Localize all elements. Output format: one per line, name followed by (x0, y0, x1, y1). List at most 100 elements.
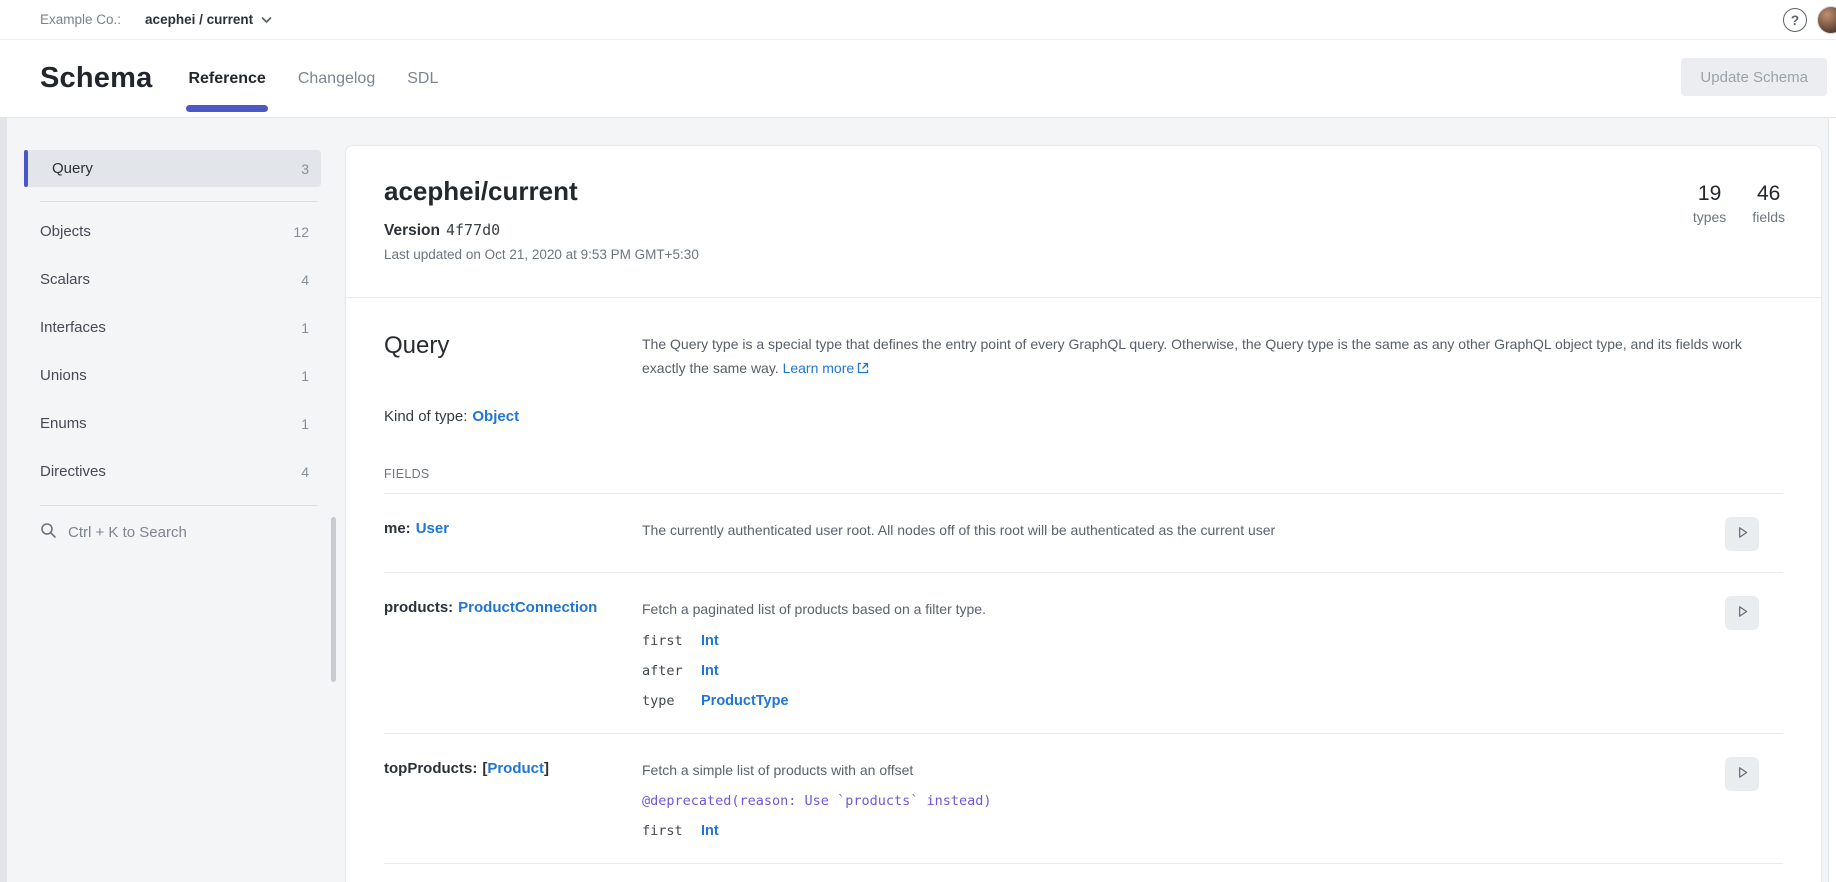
graph-selector[interactable]: acephei / current (145, 11, 272, 29)
search-icon (40, 522, 57, 543)
field-description: Fetch a simple list of products with an … (642, 760, 1682, 780)
type-title: Query (384, 332, 642, 360)
tab-reference[interactable]: Reference (186, 40, 267, 117)
app-window: Example Co.: acephei / current ? Schema … (0, 0, 1836, 882)
play-icon (1735, 765, 1750, 783)
stat-label: fields (1752, 209, 1785, 225)
arg-type-link[interactable]: Int (701, 823, 719, 839)
schema-search[interactable]: Ctrl + K to Search (40, 522, 321, 543)
sidebar-divider (40, 505, 318, 506)
org-label: Example Co.: (40, 12, 121, 27)
kind-value-link[interactable]: Object (472, 408, 519, 425)
field-body: Fetch a paginated list of products based… (642, 599, 1682, 709)
sidebar-item-count: 1 (301, 368, 309, 384)
sidebar-item-interfaces[interactable]: Interfaces 1 (24, 309, 321, 346)
external-link-icon (857, 357, 869, 381)
arg-type-link[interactable]: Int (701, 633, 719, 649)
avatar[interactable] (1817, 6, 1836, 34)
sidebar-item-label: Scalars (40, 271, 90, 288)
sidebar-item-label: Enums (40, 415, 87, 432)
kind-row: Kind of type: Object (384, 408, 1783, 425)
sidebar-item-objects[interactable]: Objects 12 (24, 213, 321, 250)
sidebar-item-label: Objects (40, 223, 91, 240)
schema-sidebar: Query 3 Objects 12 Scalars 4 Interfaces … (24, 150, 321, 543)
field-row-topProducts: topProducts:[Product] Fetch a simple lis… (384, 734, 1783, 864)
stat-label: types (1693, 209, 1726, 225)
stat-value: 19 (1693, 182, 1726, 206)
schema-card: acephei/current Version4f77d0 Last updat… (345, 145, 1822, 882)
field-name: me:User (384, 520, 642, 548)
sidebar-item-label: Directives (40, 463, 106, 480)
sidebar-item-label: Interfaces (40, 319, 106, 336)
sidebar-item-count: 4 (301, 464, 309, 480)
sidebar-item-unions[interactable]: Unions 1 (24, 357, 321, 394)
field-list: me:User The currently authenticated user… (384, 494, 1783, 864)
type-name-column: Query (384, 332, 642, 381)
run-query-button[interactable] (1725, 517, 1759, 551)
graph-selector-label: acephei / current (145, 12, 253, 27)
page-scrollbar[interactable] (1828, 118, 1836, 882)
content-area: Query 3 Objects 12 Scalars 4 Interfaces … (0, 118, 1836, 882)
sidebar-item-directives[interactable]: Directives 4 (24, 453, 321, 490)
graph-title: acephei/current (384, 176, 1783, 207)
field-description: The currently authenticated user root. A… (642, 520, 1682, 540)
field-arg-row: after Int (642, 663, 1682, 679)
field-arg-row: first Int (642, 633, 1682, 649)
version-label: Version (384, 222, 440, 239)
kind-label: Kind of type: (384, 408, 467, 425)
sidebar-item-query[interactable]: Query 3 (24, 150, 321, 187)
search-hint-label: Ctrl + K to Search (68, 524, 187, 541)
field-arg-row: type ProductType (642, 693, 1682, 709)
stat-types: 19 types (1693, 182, 1726, 225)
learn-more-label: Learn more (783, 360, 855, 376)
play-icon (1735, 525, 1750, 543)
fields-heading: FIELDS (384, 467, 1783, 494)
arg-type-link[interactable]: ProductType (701, 693, 789, 709)
arg-name: type (642, 693, 701, 709)
page-header: Schema Reference Changelog SDL Update Sc… (0, 40, 1836, 118)
chevron-down-icon (261, 11, 272, 29)
arg-name: first (642, 633, 701, 649)
sidebar-item-count: 1 (301, 416, 309, 432)
play-icon (1735, 604, 1750, 622)
schema-stats: 19 types 46 fields (1693, 182, 1785, 225)
last-updated: Last updated on Oct 21, 2020 at 9:53 PM … (384, 247, 1783, 262)
field-type-link[interactable]: User (416, 520, 449, 537)
arg-type-link[interactable]: Int (701, 663, 719, 679)
sidebar-items: Query 3 Objects 12 Scalars 4 Interfaces … (24, 150, 321, 490)
field-body: Fetch a simple list of products with an … (642, 760, 1682, 839)
field-type-link[interactable]: ProductConnection (458, 599, 597, 616)
sidebar-item-label: Query (52, 160, 93, 177)
type-description: The Query type is a special type that de… (642, 332, 1747, 381)
field-arg-row: first Int (642, 823, 1682, 839)
help-icon[interactable]: ? (1783, 8, 1807, 32)
sidebar-scrollbar-thumb[interactable] (331, 517, 336, 682)
card-header: acephei/current Version4f77d0 Last updat… (346, 146, 1821, 297)
field-name: products:ProductConnection (384, 599, 642, 709)
sidebar-item-count: 4 (301, 272, 309, 288)
sidebar-item-enums[interactable]: Enums 1 (24, 405, 321, 442)
sidebar-item-scalars[interactable]: Scalars 4 (24, 261, 321, 298)
sidebar-item-count: 12 (293, 224, 309, 240)
run-query-button[interactable] (1725, 596, 1759, 630)
tab-bar: Reference Changelog SDL (186, 40, 440, 117)
version-row: Version4f77d0 (384, 221, 1783, 240)
run-query-button[interactable] (1725, 757, 1759, 791)
tab-changelog[interactable]: Changelog (296, 40, 377, 117)
tab-sdl[interactable]: SDL (405, 40, 440, 117)
type-head: Query The Query type is a special type t… (384, 332, 1783, 381)
field-row-me: me:User The currently authenticated user… (384, 494, 1783, 573)
field-name: topProducts:[Product] (384, 760, 642, 839)
update-schema-button[interactable]: Update Schema (1681, 58, 1827, 96)
arg-name: after (642, 663, 701, 679)
field-type-link[interactable]: [Product] (482, 760, 549, 777)
left-scrollbar[interactable] (0, 118, 7, 882)
top-bar: Example Co.: acephei / current ? (0, 0, 1836, 40)
field-args: first Int (642, 823, 1682, 839)
learn-more-link[interactable]: Learn more (783, 360, 870, 376)
field-body: The currently authenticated user root. A… (642, 520, 1682, 548)
type-description-column: The Query type is a special type that de… (642, 332, 1747, 381)
page-title: Schema (40, 62, 152, 95)
stat-fields: 46 fields (1752, 182, 1785, 225)
arg-name: first (642, 823, 701, 839)
